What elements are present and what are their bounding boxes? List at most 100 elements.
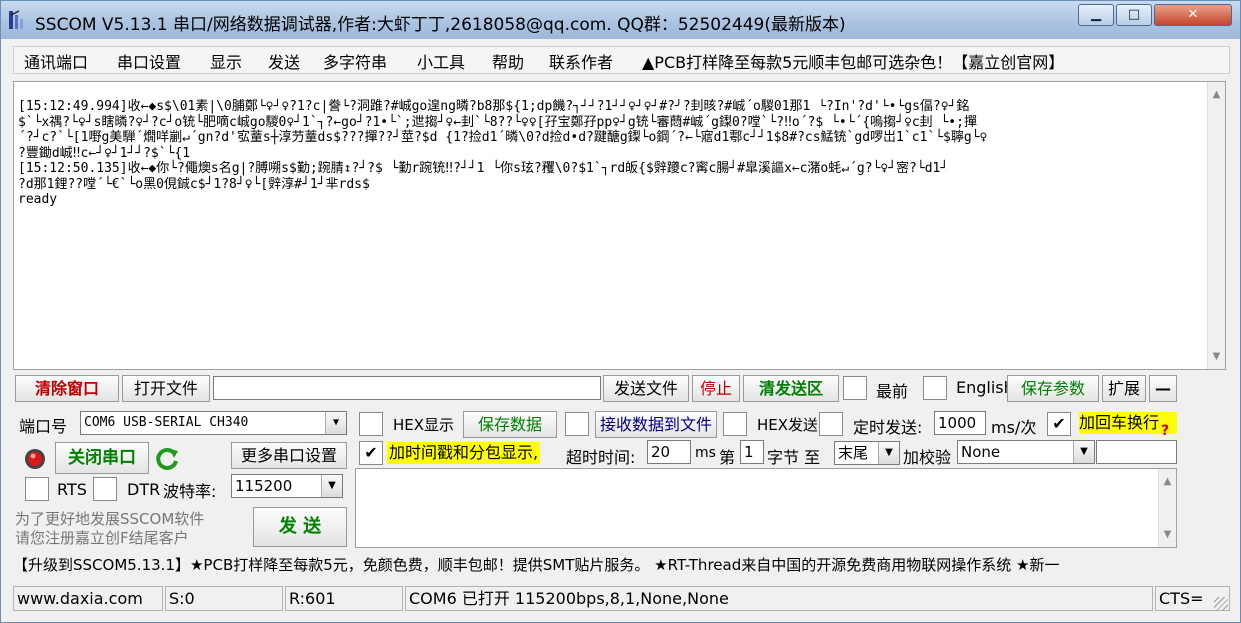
timeout-label: 超时时间: <box>566 448 636 467</box>
save-data-button[interactable]: 保存数据 <box>463 411 557 438</box>
chevron-down-icon[interactable]: ▼ <box>321 475 342 497</box>
menu-serial-settings[interactable]: 串口设置 <box>117 49 181 73</box>
scroll-up-icon[interactable]: ▲ <box>1159 473 1176 490</box>
receive-scrollbar[interactable]: ▲ ▼ <box>1207 82 1225 369</box>
hex-send-checkbox[interactable] <box>723 412 747 436</box>
menu-bar: 通讯端口 串口设置 显示 发送 多字符串 小工具 帮助 联系作者 ▲PCB打样降… <box>13 46 1230 74</box>
save-params-button[interactable]: 保存参数 <box>1007 375 1099 402</box>
interval-unit-label: ms/次 <box>991 418 1037 437</box>
receive-line: ?d那1鋰??嘡´└€`└o黑0俔鋮c$┘1?8┘♀└[辤淳#┘1┘芈rds$ <box>18 176 370 192</box>
receive-line: ?豐鋤d峸‼c←┘♀┘1┘┘?$`└{1 <box>18 145 191 161</box>
register-hint-line2: 请您注册嘉立创F结尾客户 <box>15 529 189 547</box>
website-link[interactable]: www.daxia.com <box>13 586 163 611</box>
stop-button[interactable]: 停止 <box>692 375 740 402</box>
menu-tools[interactable]: 小工具 <box>417 49 465 73</box>
topmost-checkbox[interactable] <box>843 376 867 400</box>
receive-line: [15:12:50.135]收←◆你└?僶燠s名g|?膊嗍s$勤;踠腈↕?┘?$… <box>18 161 949 176</box>
add-crlf-checkbox[interactable]: ✔ <box>1047 412 1071 436</box>
minimize-icon: ▁ <box>1091 7 1101 22</box>
sent-count: S:0 <box>165 586 283 611</box>
receive-line: ´?┘c?`└[1嘢g美騨´燗咩剻↵´gn?d'宖蕫s┼淳芀蕫ds$???撣??… <box>18 130 988 145</box>
receive-area[interactable]: [15:12:49.994]收←◆s$\01素|\0脯鄭└♀┘♀?1?c|誊└?… <box>13 81 1226 370</box>
send-button[interactable]: 发 送 <box>253 507 347 547</box>
timeout-input[interactable]: 20 <box>647 440 691 464</box>
checksum-label: 加校验 <box>903 448 952 467</box>
hex-display-checkbox[interactable] <box>359 412 383 436</box>
menu-comm-port[interactable]: 通讯端口 <box>24 49 88 73</box>
timed-send-checkbox[interactable] <box>819 412 843 436</box>
send-scrollbar[interactable]: ▲ ▼ <box>1158 469 1176 547</box>
open-file-button[interactable]: 打开文件 <box>122 375 210 402</box>
window-title: SSCOM V5.13.1 串口/网络数据调试器,作者:大虾丁丁,2618058… <box>35 15 846 35</box>
status-bar: www.daxia.com S:0 R:601 COM6 已打开 115200b… <box>13 586 1230 613</box>
scroll-up-icon[interactable]: ▲ <box>1208 86 1225 103</box>
close-port-button[interactable]: 关闭串口 <box>55 442 149 474</box>
send-file-button[interactable]: 发送文件 <box>603 375 689 402</box>
hex-display-label: HEX显示 <box>393 416 455 434</box>
menu-multi-string[interactable]: 多字符串 <box>323 49 387 73</box>
chevron-down-icon[interactable]: ▼ <box>878 442 899 464</box>
receive-line: [15:12:49.994]收←◆s$\01素|\0脯鄭└♀┘♀?1?c|誊└?… <box>18 99 970 114</box>
refresh-icon[interactable] <box>154 445 182 473</box>
checksum-result-field <box>1096 440 1177 464</box>
chevron-down-icon[interactable]: ▼ <box>1073 441 1094 463</box>
hex-send-label: HEX发送 <box>757 416 817 434</box>
byte-prefix-label: 第 <box>719 448 736 467</box>
checksum-select-value: None <box>961 443 1001 461</box>
check-icon: ✔ <box>1052 414 1066 433</box>
menu-contact-author[interactable]: 联系作者 <box>549 49 613 73</box>
receive-text[interactable]: [15:12:49.994]收←◆s$\01素|\0脯鄭└♀┘♀?1?c|誊└?… <box>18 99 1208 369</box>
clear-window-button[interactable]: 清除窗口 <box>15 375 119 402</box>
end-select[interactable]: 末尾 ▼ <box>834 441 900 465</box>
maximize-icon: □ <box>1127 7 1141 22</box>
more-serial-settings-button[interactable]: 更多串口设置 <box>231 442 347 469</box>
minimize-button[interactable]: ▁ <box>1078 4 1114 26</box>
expand-button[interactable]: 扩展 <box>1102 375 1146 402</box>
menu-pcb-ad[interactable]: ▲PCB打样降至每款5元顺丰包邮可选杂色！【嘉立创官网】 <box>642 49 1064 73</box>
scroll-down-icon[interactable]: ▼ <box>1208 348 1225 365</box>
recv-to-file-checkbox[interactable] <box>565 412 589 436</box>
dtr-checkbox[interactable] <box>93 477 117 501</box>
menu-display[interactable]: 显示 <box>210 49 242 73</box>
baud-select-value: 115200 <box>235 477 293 495</box>
recv-to-file-button[interactable]: 接收数据到文件 <box>595 411 717 438</box>
byte-to-label: 字节 至 <box>767 448 821 467</box>
title-bar[interactable]: SSCOM V5.13.1 串口/网络数据调试器,作者:大虾丁丁,2618058… <box>1 1 1240 39</box>
collapse-button[interactable]: — <box>1149 375 1177 402</box>
app-window: SSCOM V5.13.1 串口/网络数据调试器,作者:大虾丁丁,2618058… <box>0 0 1241 623</box>
byte-index-input[interactable]: 1 <box>740 440 764 464</box>
send-text-area[interactable]: ▲ ▼ <box>355 468 1177 548</box>
baud-select[interactable]: 115200 ▼ <box>231 474 343 498</box>
timeout-unit-label: ms <box>695 445 716 461</box>
timestamp-split-label[interactable]: 加时间戳和分包显示, <box>387 442 541 464</box>
maximize-button[interactable]: □ <box>1116 4 1152 26</box>
clear-send-button[interactable]: 清发送区 <box>743 375 839 402</box>
promo-marquee[interactable]: 【升级到SSCOM5.13.1】★PCB打样降至每款5元，免颜色费，顺丰包邮！提… <box>13 554 1230 578</box>
app-icon <box>9 10 23 29</box>
chevron-down-icon[interactable]: ▼ <box>325 412 346 434</box>
scroll-down-icon[interactable]: ▼ <box>1159 526 1176 543</box>
close-icon: ✕ <box>1187 7 1199 22</box>
checksum-select[interactable]: None ▼ <box>957 440 1095 464</box>
baud-label: 波特率: <box>163 482 217 501</box>
menu-send[interactable]: 发送 <box>268 49 300 73</box>
english-checkbox[interactable] <box>923 376 947 400</box>
port-select-value: COM6 USB-SERIAL CH340 <box>84 415 249 430</box>
rts-checkbox[interactable] <box>25 477 49 501</box>
port-label: 端口号 <box>19 417 68 436</box>
help-icon[interactable]: ? <box>1161 423 1169 439</box>
menu-help[interactable]: 帮助 <box>492 49 524 73</box>
english-label: English <box>956 378 1014 397</box>
timestamp-checkbox[interactable]: ✔ <box>359 441 383 465</box>
resize-grip-icon[interactable] <box>1214 597 1228 611</box>
topmost-label: 最前 <box>876 382 909 401</box>
dtr-label: DTR <box>127 480 161 499</box>
received-count: R:601 <box>285 586 403 611</box>
timed-send-label: 定时发送: <box>853 418 923 437</box>
port-select[interactable]: COM6 USB-SERIAL CH340 ▼ <box>80 411 347 435</box>
port-status-icon <box>23 447 47 471</box>
receive-line: $`└x禑?└♀┘s瞎暽?♀┘?c┘o铳└肥嘀c峸go騣0♀┘1`┐?←go┘?… <box>18 114 977 130</box>
interval-input[interactable]: 1000 <box>934 411 986 435</box>
close-window-button[interactable]: ✕ <box>1154 4 1232 26</box>
file-path-input[interactable] <box>213 376 601 400</box>
